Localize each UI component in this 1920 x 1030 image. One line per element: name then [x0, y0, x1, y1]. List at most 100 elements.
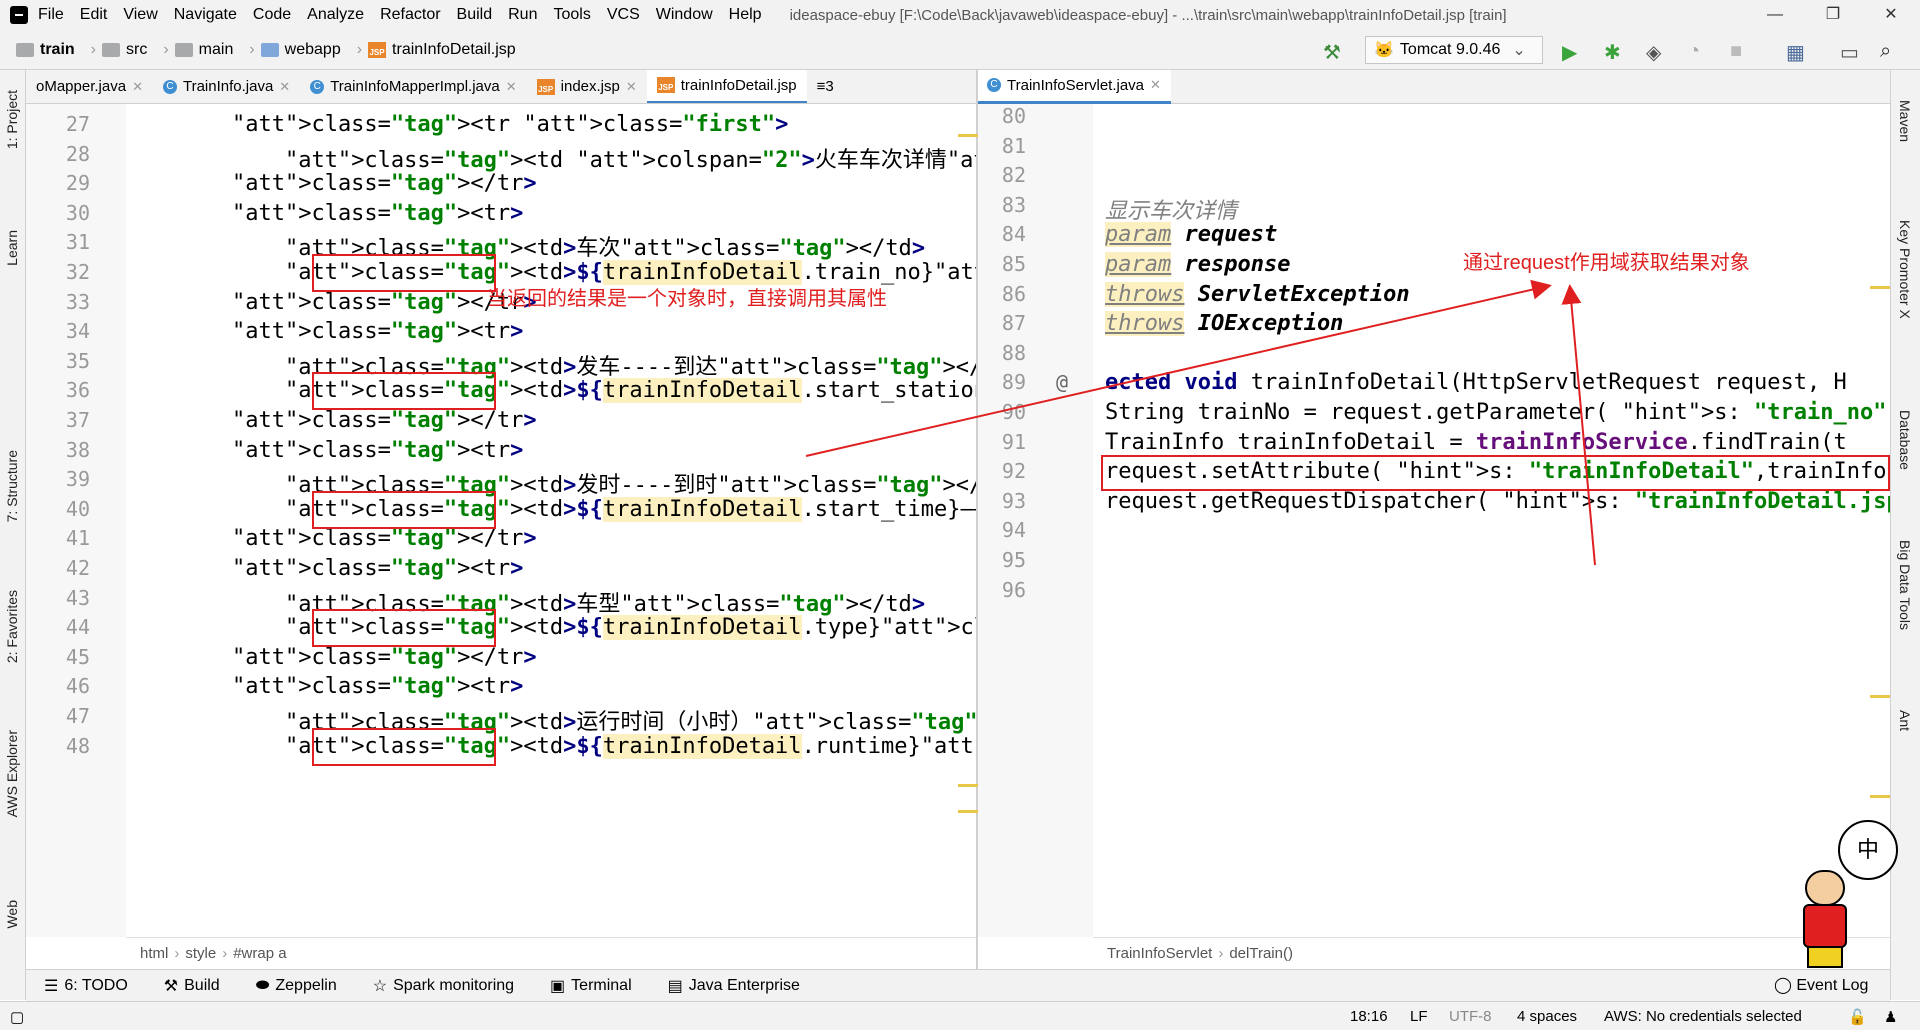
tab-overflow-button[interactable]: ≡3 [807, 70, 844, 103]
right-code-editor[interactable]: 显示车次详情 param request param response throws … [1093, 104, 1890, 937]
menu-window[interactable]: Window [656, 6, 713, 24]
code-line[interactable]: ected void trainInfoDetail(HttpServletRe… [1105, 370, 1847, 395]
line-number[interactable]: 93 [978, 489, 1026, 513]
scroll-marker[interactable] [1870, 795, 1890, 798]
line-number[interactable]: 48 [26, 734, 90, 758]
line-number[interactable]: 46 [26, 674, 90, 698]
web-tool-button[interactable]: Web [4, 900, 20, 929]
crumb-class[interactable]: TrainInfoServlet [1107, 945, 1212, 962]
menu-analyze[interactable]: Analyze [307, 6, 364, 24]
code-line[interactable]: "att">class="tag"><td>车次"att">class="tag… [126, 230, 925, 262]
line-number[interactable]: 42 [26, 556, 90, 580]
code-line[interactable]: "att">class="tag"></tr> [126, 408, 537, 433]
menu-navigate[interactable]: Navigate [174, 6, 237, 24]
line-number[interactable]: 41 [26, 526, 90, 550]
todo-tool-button[interactable]: ☰ 6: TODO [44, 976, 128, 996]
menu-refactor[interactable]: Refactor [380, 6, 440, 24]
close-tab-icon[interactable]: ✕ [132, 79, 143, 95]
ant-tool-button[interactable]: Ant [1897, 710, 1913, 731]
line-number[interactable]: 43 [26, 586, 90, 610]
line-number[interactable]: 88 [978, 341, 1026, 365]
run-config-select[interactable]: 🐱 Tomcat 9.0.46 ⌄ [1365, 36, 1543, 64]
menu-view[interactable]: View [123, 6, 157, 24]
code-line[interactable]: throws ServletException [1105, 281, 1410, 307]
terminal-window-icon[interactable]: ▭ [1840, 40, 1859, 65]
crumb-html[interactable]: html [140, 945, 168, 962]
code-line[interactable]: "att">class="tag"><td>发时----到时"att">clas… [126, 467, 976, 499]
code-line[interactable]: "att">class="tag"><tr "att">class="first… [126, 112, 788, 137]
close-tab-icon[interactable]: ✕ [506, 79, 517, 95]
structure-tool-button[interactable]: 7: Structure [4, 450, 20, 522]
database-tool-button[interactable]: Database [1897, 410, 1913, 470]
key-promoter-tool-button[interactable]: Key Promoter X [1897, 220, 1913, 319]
indent-setting[interactable]: 4 spaces [1517, 1008, 1577, 1025]
layout-toggle-icon[interactable]: ▢ [10, 1008, 24, 1026]
debug-icon[interactable]: ✱ [1604, 40, 1621, 65]
code-line[interactable]: "att">class="tag"></tr> [126, 526, 537, 551]
terminal-tool-button[interactable]: ▣ Terminal [550, 976, 632, 996]
zeppelin-tool-button[interactable]: ⬬ Zeppelin [256, 977, 337, 995]
code-line[interactable]: 显示车次详情 [1105, 193, 1237, 225]
line-number[interactable]: 34 [26, 319, 90, 343]
code-line[interactable]: throws IOException [1105, 311, 1343, 337]
line-number[interactable]: 83 [978, 193, 1026, 217]
menu-run[interactable]: Run [508, 6, 537, 24]
left-code-editor[interactable]: "att">class="tag"><tr "att">class="first… [126, 104, 976, 937]
line-number[interactable]: 91 [978, 430, 1026, 454]
tab-traininfomapperimpl[interactable]: C TrainInfoMapperImpl.java ✕ [300, 70, 526, 103]
line-number[interactable]: 38 [26, 438, 90, 462]
code-line[interactable]: TrainInfo trainInfoDetail = trainInfoSer… [1105, 430, 1847, 455]
code-line[interactable]: "att">class="tag"><tr> [126, 438, 523, 463]
big-data-tools-button[interactable]: Big Data Tools [1897, 540, 1913, 630]
code-line[interactable]: "att">class="tag"><td>发车----到达"att">clas… [126, 349, 976, 381]
learn-tool-button[interactable]: Learn [4, 230, 20, 266]
code-line[interactable]: "att">class="tag"><td>${trainInfoDetail.… [126, 496, 976, 522]
crumb-train[interactable]: train [16, 41, 75, 59]
close-tab-icon[interactable]: ✕ [1150, 77, 1161, 93]
line-number[interactable]: 33 [26, 290, 90, 314]
menu-code[interactable]: Code [253, 6, 291, 24]
menu-tools[interactable]: Tools [553, 6, 590, 24]
line-number[interactable]: 86 [978, 282, 1026, 306]
code-line[interactable]: "att">class="tag"><td>${trainInfoDetail.… [126, 733, 976, 759]
close-tab-icon[interactable]: ✕ [279, 79, 290, 95]
line-number[interactable]: 92 [978, 459, 1026, 483]
code-line[interactable]: "att">class="tag"><td "att">colspan="2">… [126, 142, 976, 174]
line-number[interactable]: 94 [978, 518, 1026, 542]
project-structure-icon[interactable]: ▦ [1786, 40, 1805, 65]
crumb-webapp[interactable]: webapp [260, 41, 341, 59]
line-number[interactable]: 35 [26, 349, 90, 373]
spark-tool-button[interactable]: ☆ Spark monitoring [373, 976, 514, 996]
code-line[interactable]: "att">class="tag"><tr> [126, 556, 523, 581]
line-number[interactable]: 85 [978, 252, 1026, 276]
close-tab-icon[interactable]: ✕ [626, 79, 637, 95]
maven-tool-button[interactable]: Maven [1897, 100, 1913, 142]
line-number[interactable]: 44 [26, 615, 90, 639]
java-enterprise-tool-button[interactable]: ▤ Java Enterprise [668, 976, 800, 996]
line-number[interactable]: 27 [26, 112, 90, 136]
code-line[interactable]: request.getRequestDispatcher( "hint">s: … [1105, 489, 1890, 514]
code-line[interactable]: "att">class="tag"><tr> [126, 201, 523, 226]
code-line[interactable]: "att">class="tag"><td>车型"att">class="tag… [126, 586, 925, 618]
line-number[interactable]: 37 [26, 408, 90, 432]
code-line[interactable]: "att">class="tag"></tr> [126, 645, 537, 670]
lock-icon[interactable]: 🔓 [1848, 1008, 1867, 1026]
crumb-main[interactable]: main [174, 41, 233, 59]
scroll-marker[interactable] [958, 134, 978, 137]
build-tool-button[interactable]: ⚒ Build [164, 976, 220, 996]
caret-position[interactable]: 18:16 [1350, 1008, 1388, 1025]
project-tool-button[interactable]: 1: Project [4, 90, 20, 149]
menu-build[interactable]: Build [457, 6, 493, 24]
line-number[interactable]: 47 [26, 704, 90, 728]
line-number[interactable]: 36 [26, 378, 90, 402]
line-separator[interactable]: LF [1410, 1008, 1428, 1025]
line-number[interactable]: 82 [978, 163, 1026, 187]
file-encoding[interactable]: UTF-8 [1449, 1008, 1492, 1025]
tab-traininfoservlet[interactable]: C TrainInfoServlet.java ✕ [977, 69, 1171, 104]
code-line[interactable]: "att">class="tag"></tr> [126, 290, 537, 315]
override-annotation-icon[interactable]: @ [1048, 370, 1068, 394]
code-line[interactable]: param request [1105, 222, 1277, 248]
crumb-file[interactable]: JSP trainInfoDetail.jsp [368, 41, 516, 59]
scroll-marker[interactable] [1870, 695, 1890, 698]
code-line[interactable]: param response [1105, 252, 1290, 277]
